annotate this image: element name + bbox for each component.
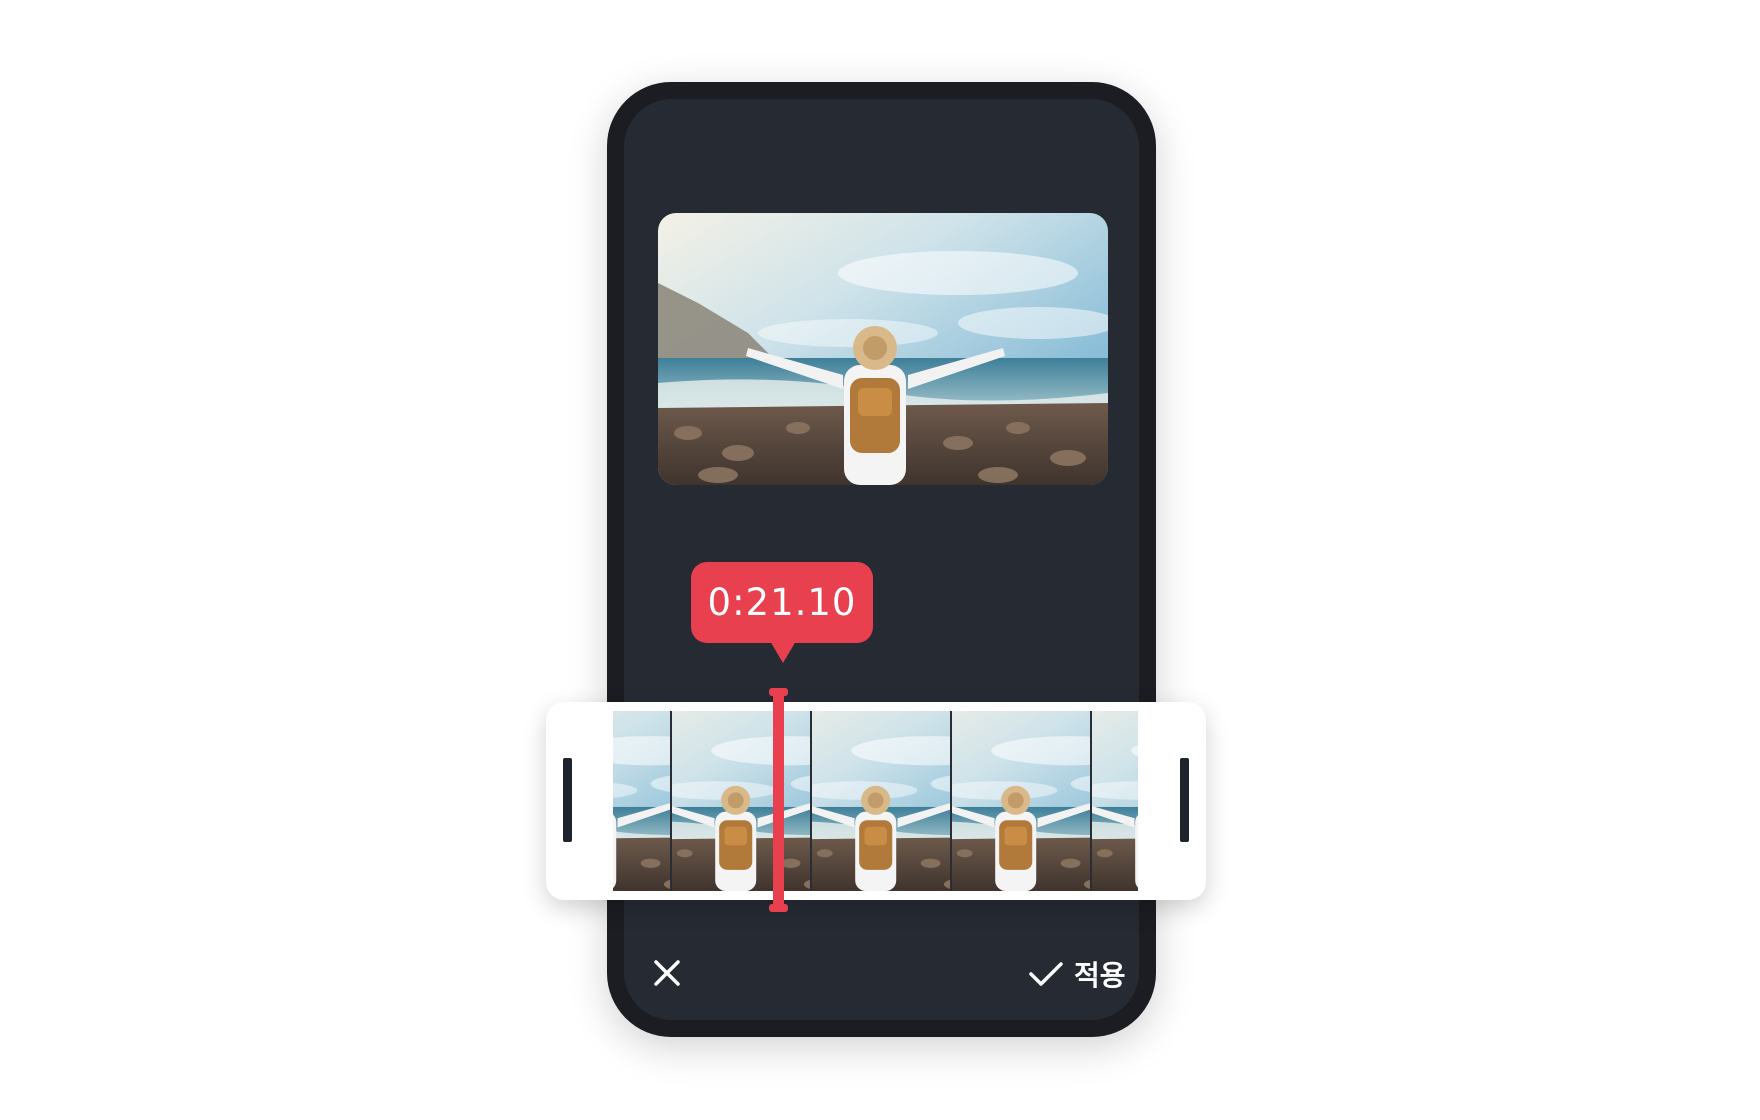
playhead[interactable]: [773, 690, 784, 912]
apply-button[interactable]: 적용: [1028, 952, 1126, 996]
time-bubble-pointer: [770, 641, 796, 663]
trim-start-handle[interactable]: [563, 758, 572, 842]
preview-image: [658, 213, 1108, 485]
trim-end-handle[interactable]: [1180, 758, 1189, 842]
video-preview[interactable]: [658, 213, 1108, 485]
check-icon: [1029, 962, 1063, 986]
apply-label: 적용: [1074, 959, 1126, 992]
timeline-frame: [1092, 711, 1138, 891]
playhead-top-cap: [769, 688, 788, 696]
frame-strip: [613, 711, 1138, 891]
close-icon: [654, 960, 680, 986]
cancel-button[interactable]: [652, 958, 682, 988]
timeline-strip[interactable]: [546, 702, 1206, 900]
timeline-frame: [672, 711, 812, 891]
playhead-bottom-cap: [769, 904, 788, 912]
timeline-frame: [613, 711, 672, 891]
timeline-frame: [952, 711, 1092, 891]
current-time-label: 0:21.10: [691, 562, 873, 643]
timeline-frame: [812, 711, 952, 891]
